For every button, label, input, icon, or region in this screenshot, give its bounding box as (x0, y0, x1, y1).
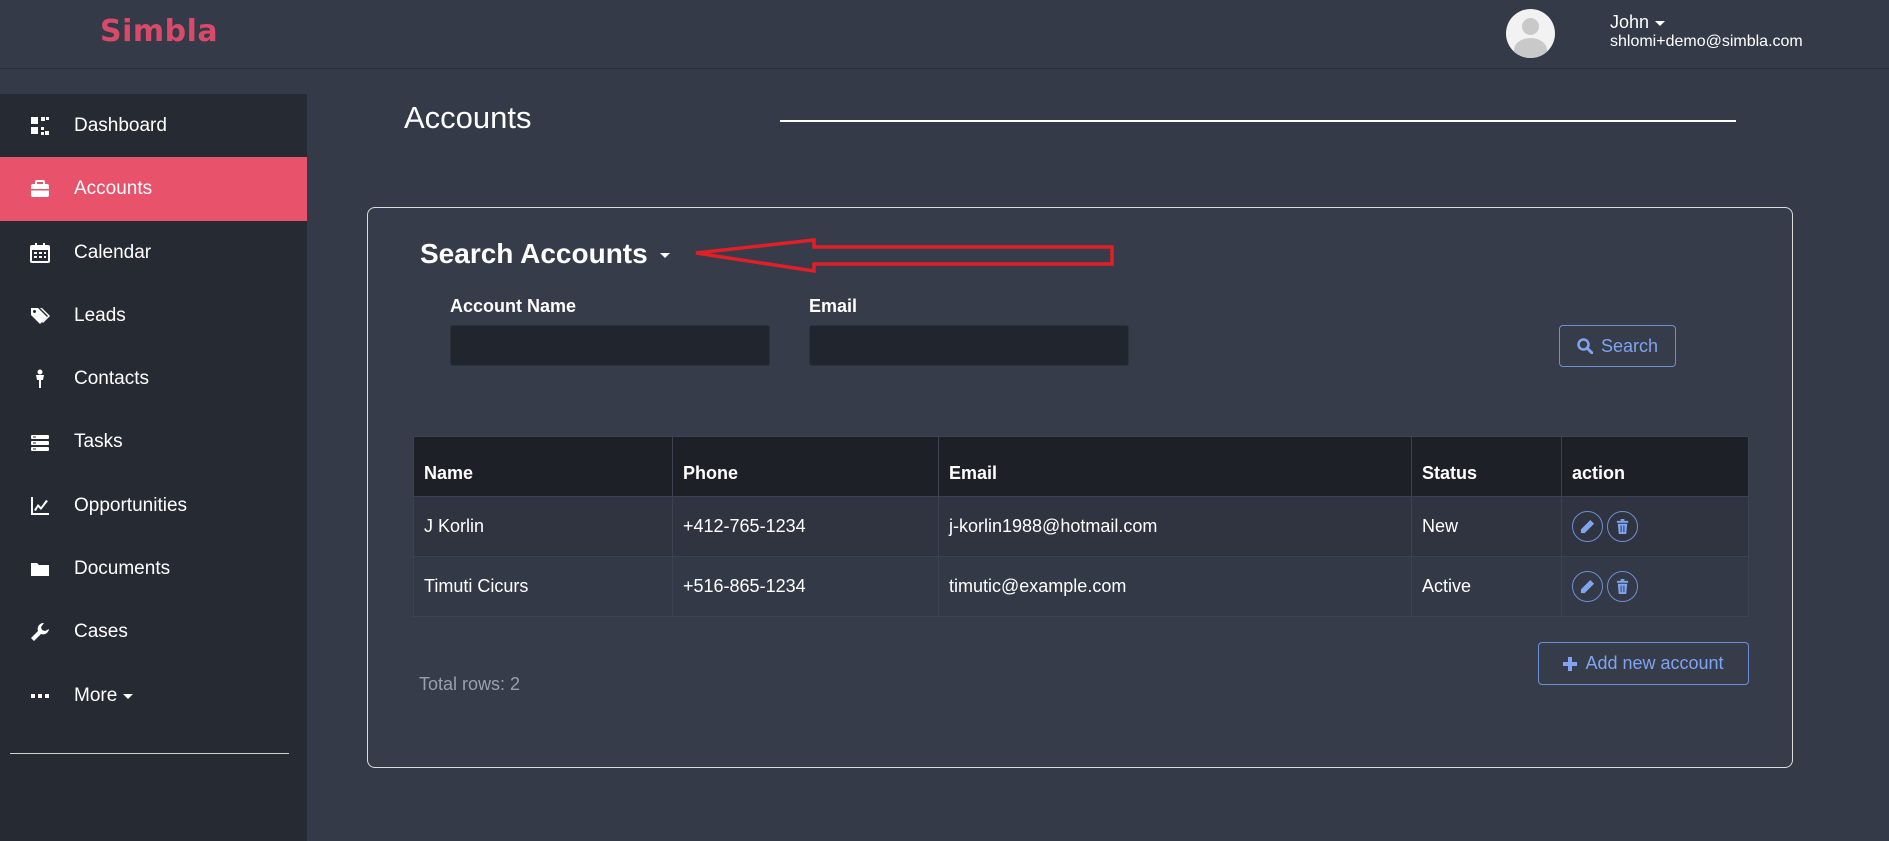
tasks-icon (30, 432, 50, 452)
sidebar-item-label: Accounts (74, 178, 153, 199)
column-header-action: action (1561, 436, 1749, 497)
top-bar: Simbla John shlomi+demo@simbla.com (0, 0, 1889, 69)
simbla-logo[interactable]: Simbla (100, 14, 218, 49)
cell-status: New (1411, 496, 1562, 557)
pencil-icon (1580, 579, 1595, 594)
add-new-account-label: Add new account (1585, 653, 1724, 673)
page-title: Accounts (404, 100, 532, 135)
table-row[interactable]: J Korlin +412-765-1234 j-korlin1988@hotm… (413, 496, 1749, 557)
sidebar-item-label: Dashboard (74, 115, 167, 136)
plus-icon (1563, 656, 1578, 671)
edit-button[interactable] (1572, 511, 1603, 542)
column-header-email[interactable]: Email (938, 436, 1412, 497)
sidebar-divider (10, 753, 289, 754)
column-header-name[interactable]: Name (413, 436, 673, 497)
trash-icon (1616, 519, 1629, 534)
search-title: Search Accounts (420, 238, 648, 269)
pencil-icon (1580, 519, 1595, 534)
total-rows-count: Total rows: 2 (419, 674, 521, 694)
delete-button[interactable] (1607, 571, 1638, 602)
cell-name: J Korlin (413, 496, 673, 557)
person-icon (30, 369, 50, 389)
search-panel: Search Accounts Account Name Email Searc… (367, 207, 1793, 768)
annotation-arrow (695, 238, 1114, 274)
sidebar-item-accounts[interactable]: Accounts (0, 157, 307, 221)
search-button[interactable]: Search (1559, 325, 1676, 367)
wrench-icon (30, 622, 50, 642)
account-name-input[interactable] (450, 325, 770, 366)
sidebar-item-label: Documents (74, 558, 171, 579)
email-label: Email (809, 296, 858, 316)
sidebar-item-label: More (74, 685, 118, 706)
cell-phone: +516-865-1234 (672, 556, 939, 617)
calendar-icon (30, 243, 50, 263)
search-icon (1577, 338, 1593, 354)
sidebar-item-label: Cases (74, 621, 128, 642)
caret-down-icon (1655, 20, 1666, 26)
title-divider (780, 120, 1736, 122)
sidebar-item-label: Contacts (74, 368, 149, 389)
sidebar-item-cases[interactable]: Cases (0, 600, 307, 664)
cell-action (1561, 556, 1749, 617)
caret-down-icon (659, 253, 670, 259)
table-row[interactable]: Timuti Cicurs +516-865-1234 timutic@exam… (413, 556, 1749, 617)
sidebar-item-calendar[interactable]: Calendar (0, 221, 307, 285)
trash-icon (1616, 579, 1629, 594)
tags-icon (30, 306, 50, 326)
add-new-account-button[interactable]: Add new account (1538, 642, 1749, 685)
email-input[interactable] (809, 325, 1129, 366)
search-accounts-toggle[interactable]: Search Accounts (420, 238, 670, 270)
accounts-table: Name Phone Email Status action J Korlin … (413, 436, 1749, 617)
dashboard-icon (30, 116, 50, 136)
folder-icon (30, 559, 50, 579)
cell-phone: +412-765-1234 (672, 496, 939, 557)
sidebar-item-label: Leads (74, 305, 126, 326)
cell-status: Active (1411, 556, 1562, 617)
account-name-label: Account Name (450, 296, 577, 316)
sidebar-item-label: Opportunities (74, 495, 188, 516)
delete-button[interactable] (1607, 511, 1638, 542)
cell-email: j-korlin1988@hotmail.com (938, 496, 1412, 557)
user-email: shlomi+demo@simbla.com (1610, 33, 1803, 50)
sidebar-item-leads[interactable]: Leads (0, 284, 307, 348)
column-header-phone[interactable]: Phone (672, 436, 939, 497)
user-menu-toggle[interactable]: John (1610, 12, 1666, 33)
sidebar-item-opportunities[interactable]: Opportunities (0, 474, 307, 538)
edit-button[interactable] (1572, 571, 1603, 602)
sidebar-item-label: Tasks (74, 431, 123, 452)
sidebar-item-more[interactable]: More (0, 664, 307, 728)
sidebar: Dashboard Accounts Calendar Leads Contac… (0, 69, 307, 841)
logo-text: Simbla (100, 14, 219, 49)
avatar[interactable] (1506, 9, 1555, 58)
sidebar-item-contacts[interactable]: Contacts (0, 347, 307, 411)
sidebar-item-tasks[interactable]: Tasks (0, 410, 307, 474)
cell-email: timutic@example.com (938, 556, 1412, 617)
cell-name: Timuti Cicurs (413, 556, 673, 617)
user-name: John (1610, 12, 1650, 32)
caret-down-icon (123, 693, 134, 699)
column-header-status[interactable]: Status (1411, 436, 1562, 497)
sidebar-item-label: Calendar (74, 242, 152, 263)
sidebar-item-dashboard[interactable]: Dashboard (0, 94, 307, 158)
line-chart-icon (30, 496, 50, 516)
cell-action (1561, 496, 1749, 557)
search-button-label: Search (1600, 335, 1659, 356)
sidebar-item-documents[interactable]: Documents (0, 537, 307, 601)
ellipsis-icon (30, 686, 50, 706)
briefcase-icon (30, 179, 50, 199)
table-header-row: Name Phone Email Status action (413, 436, 1749, 497)
